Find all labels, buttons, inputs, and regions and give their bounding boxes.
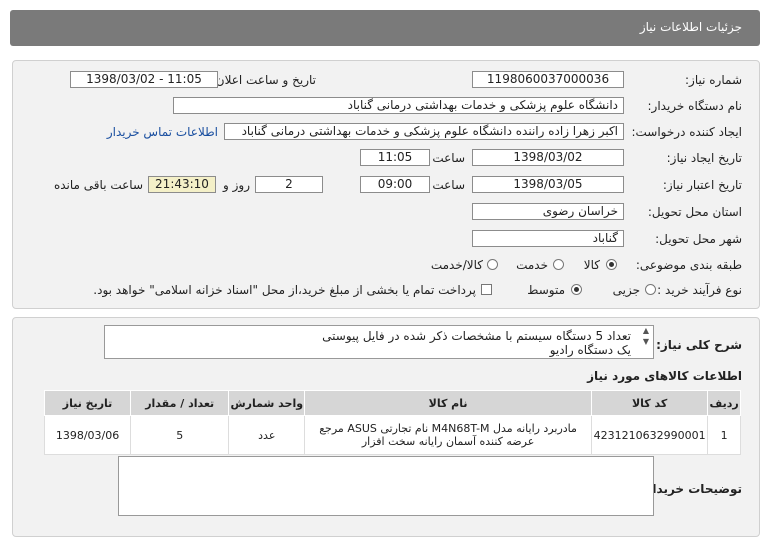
cell-need-date: 1398/03/06	[43, 415, 132, 455]
col-need-date: تاریخ نیاز	[43, 390, 132, 416]
remaining-time-field: 21:43:10	[148, 176, 216, 193]
scroll-up-icon[interactable]: ▲	[641, 327, 651, 335]
created-time-label: ساعت	[432, 151, 465, 165]
cell-quantity: 5	[130, 415, 230, 455]
treasury-payment-note: پرداخت تمام یا بخشی از مبلغ خرید،از محل …	[93, 283, 476, 297]
col-unit: واحد شمارش	[228, 390, 306, 416]
days-label: روز و	[223, 178, 250, 192]
col-goods-code: کد کالا	[590, 390, 709, 416]
buyer-notes-label: توضیحات خریدار:	[640, 482, 742, 496]
description-label: شرح کلی نیاز:	[656, 338, 742, 352]
treasury-payment-checkbox[interactable]	[481, 284, 492, 295]
days-field: 2	[255, 176, 323, 193]
goods-table-header: تاریخ نیاز تعداد / مقدار واحد شمارش نام …	[43, 390, 741, 416]
process-radio-minor[interactable]	[645, 284, 656, 295]
process-radio-medium[interactable]	[571, 284, 582, 295]
description-field: تعداد 5 دستگاه سیستم با مشخصات ذکر شده د…	[104, 325, 654, 359]
description-scrollbar[interactable]: ▲ ▼	[641, 327, 651, 357]
buyer-org-field: دانشگاه علوم پزشکی و خدمات بهداشتی درمان…	[173, 97, 624, 114]
created-date-field: 1398/03/02	[472, 149, 624, 166]
scroll-down-icon[interactable]: ▼	[641, 338, 651, 346]
category-goods-service-label: کالا/خدمت	[430, 258, 483, 272]
category-radio-goods[interactable]	[606, 259, 617, 270]
buyer-notes-field	[118, 456, 654, 516]
process-minor-label: جزیی	[612, 283, 640, 297]
col-goods-name: نام کالا	[304, 390, 592, 416]
category-service-label: خدمت	[516, 258, 548, 272]
category-goods-label: کالا	[583, 258, 600, 272]
process-medium-label: متوسط	[527, 283, 565, 297]
cell-goods-code: 4231210632990001	[590, 415, 709, 455]
category-radio-service[interactable]	[553, 259, 564, 270]
province-label: استان محل تحویل:	[647, 205, 742, 219]
description-line-1: تعداد 5 دستگاه سیستم با مشخصات ذکر شده د…	[322, 329, 631, 343]
province-field: خراسان رضوی	[472, 203, 624, 220]
cell-row: 1	[707, 415, 741, 455]
created-time-field: 11:05	[360, 149, 430, 166]
goods-table: تاریخ نیاز تعداد / مقدار واحد شمارش نام …	[43, 390, 741, 455]
creator-label: ایجاد کننده درخواست:	[631, 125, 742, 139]
category-label: طبقه بندی موضوعی:	[635, 258, 742, 272]
creator-field: اکبر زهرا زاده راننده دانشگاه علوم پزشکی…	[224, 123, 624, 140]
announce-field: 1398/03/02 - 11:05	[70, 71, 218, 88]
need-number-field: 1198060037000036	[472, 71, 624, 88]
valid-date-label: تاریخ اعتبار نیاز:	[662, 178, 742, 192]
buyer-contact-link[interactable]: اطلاعات تماس خریدار	[107, 125, 218, 139]
col-quantity: تعداد / مقدار	[130, 390, 230, 416]
valid-time-field: 09:00	[360, 176, 430, 193]
created-date-label: تاریخ ایجاد نیاز:	[666, 151, 742, 165]
city-label: شهر محل تحویل:	[655, 232, 742, 246]
cell-unit: عدد	[228, 415, 306, 455]
city-field: گناباد	[472, 230, 624, 247]
cell-goods-name: مادربرد رایانه مدل M4N68T-M نام تجارتی A…	[304, 415, 592, 455]
valid-time-label: ساعت	[432, 178, 465, 192]
buyer-org-label: نام دستگاه خریدار:	[647, 99, 743, 113]
page-header: جزئیات اطلاعات نیاز	[10, 10, 760, 46]
description-line-2: یک دستگاه رادیو	[549, 343, 631, 357]
goods-section-title: اطلاعات کالاهای مورد نیاز	[587, 369, 742, 383]
page-title: جزئیات اطلاعات نیاز	[639, 20, 742, 34]
category-radio-goods-service[interactable]	[487, 259, 498, 270]
remaining-label: ساعت باقی مانده	[53, 178, 143, 192]
valid-date-field: 1398/03/05	[472, 176, 624, 193]
process-label: نوع فرآیند خرید :	[657, 283, 742, 297]
need-number-label: شماره نیاز:	[685, 73, 742, 87]
col-row: ردیف	[707, 390, 741, 416]
table-row: 1398/03/06 5 عدد مادربرد رایانه مدل M4N6…	[43, 415, 741, 455]
